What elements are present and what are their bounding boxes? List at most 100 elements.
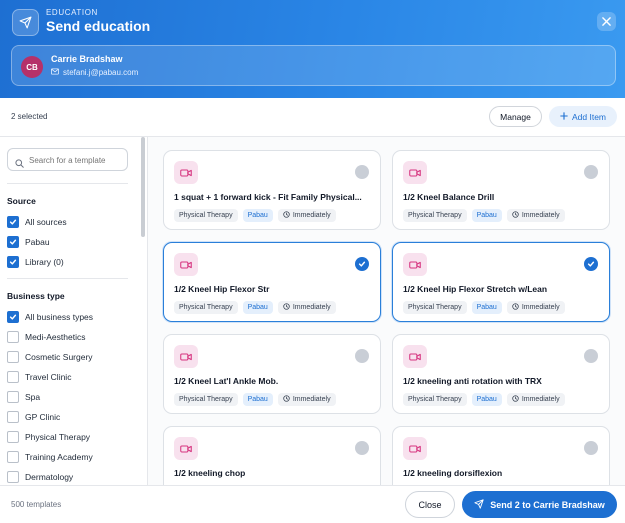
search-input[interactable] <box>29 153 125 167</box>
checkbox[interactable] <box>7 391 19 403</box>
card-title: 1/2 kneeling anti rotation with TRX <box>403 376 542 386</box>
checkbox[interactable] <box>7 431 19 443</box>
modal-footer: 500 templates Close Send 2 to Carrie Bra… <box>0 485 625 523</box>
clock-icon <box>512 303 519 312</box>
card-title: 1/2 kneeling chop <box>174 468 246 478</box>
add-item-button[interactable]: Add Item <box>549 106 617 127</box>
timing-label: Immediately <box>521 396 560 403</box>
mail-icon <box>51 68 60 77</box>
select-radio[interactable] <box>355 165 369 179</box>
card-title: 1/2 Kneel Hip Flexor Stretch w/Lean <box>403 284 548 294</box>
patient-name: Carrie Bradshaw <box>51 54 123 64</box>
checkbox[interactable] <box>7 351 19 363</box>
source-option[interactable]: Pabau <box>7 235 50 249</box>
header-eyebrow: EDUCATION <box>46 8 98 17</box>
checkbox[interactable] <box>7 471 19 483</box>
business-type-option[interactable]: Physical Therapy <box>7 430 90 444</box>
filter-sidebar: Source All sources Pabau Library (0) Busin… <box>0 137 148 485</box>
modal-header: EDUCATION Send education CB Carrie Brads… <box>0 0 625 98</box>
select-radio[interactable] <box>355 257 369 271</box>
card-title: 1/2 kneeling dorsiflexion <box>403 468 503 478</box>
manage-button[interactable]: Manage <box>489 106 542 127</box>
template-card[interactable]: 1/2 Kneel Hip Flexor Str Physical Therapy… <box>163 242 381 322</box>
checkbox[interactable] <box>7 451 19 463</box>
template-card[interactable]: 1/2 Kneel Balance Drill Physical Therapy P… <box>392 150 610 230</box>
template-card[interactable]: 1/2 Kneel Hip Flexor Stretch w/Lean Physi… <box>392 242 610 322</box>
sidebar-scrollbar[interactable] <box>141 137 145 237</box>
checkbox[interactable] <box>7 236 19 248</box>
clock-icon <box>283 395 290 404</box>
source-option[interactable]: All sources <box>7 215 67 229</box>
checkbox[interactable] <box>7 371 19 383</box>
template-card[interactable]: 1/2 Kneel Lat'l Ankle Mob. Physical Thera… <box>163 334 381 414</box>
business-type-option[interactable]: Training Academy <box>7 450 93 464</box>
business-type-option[interactable]: Dermatology <box>7 470 73 484</box>
business-type-option-label: Training Academy <box>25 452 93 462</box>
checkbox[interactable] <box>7 216 19 228</box>
source-option[interactable]: Library (0) <box>7 255 64 269</box>
close-icon[interactable] <box>597 12 616 31</box>
send-icon <box>474 498 484 511</box>
business-type-option-label: Medi-Aesthetics <box>25 332 86 342</box>
timing-label: Immediately <box>292 212 331 219</box>
template-count: 500 templates <box>11 500 62 509</box>
source-tag: Pabau <box>242 301 273 314</box>
template-card[interactable]: 1/2 kneeling chopPhysical TherapyPabauIm… <box>163 426 381 485</box>
video-icon <box>174 437 198 460</box>
timing-tag: Immediately <box>277 301 336 314</box>
checkbox[interactable] <box>7 256 19 268</box>
checkbox[interactable] <box>7 411 19 423</box>
video-icon <box>403 161 427 184</box>
select-radio[interactable] <box>584 441 598 455</box>
timing-tag: Immediately <box>277 209 336 222</box>
select-radio[interactable] <box>584 257 598 271</box>
source-tag: Pabau <box>242 209 273 222</box>
business-type-option[interactable]: GP Clinic <box>7 410 60 424</box>
business-type-option[interactable]: Cosmetic Surgery <box>7 350 93 364</box>
business-type-option-label: Physical Therapy <box>25 432 91 442</box>
video-icon <box>174 253 198 276</box>
send-button[interactable]: Send 2 to Carrie Bradshaw <box>462 491 617 518</box>
business-type-option[interactable]: Travel Clinic <box>7 370 71 384</box>
category-tag: Physical Therapy <box>403 301 467 314</box>
card-tags: Physical Therapy Pabau Immediately <box>403 301 565 314</box>
select-radio[interactable] <box>355 349 369 363</box>
card-title: 1 squat + 1 forward kick - Fit Family Ph… <box>174 192 362 202</box>
template-search[interactable] <box>7 148 128 171</box>
business-type-option[interactable]: All business types <box>7 310 93 324</box>
category-tag: Physical Therapy <box>174 209 238 222</box>
business-type-option[interactable]: Medi-Aesthetics <box>7 330 85 344</box>
business-type-option-label: Spa <box>25 392 41 402</box>
patient-email: stefani.j@pabau.com <box>63 68 139 77</box>
business-type-option-label: Cosmetic Surgery <box>25 352 93 362</box>
select-radio[interactable] <box>355 441 369 455</box>
select-radio[interactable] <box>584 349 598 363</box>
source-option-label: Library (0) <box>25 257 64 267</box>
category-tag: Physical Therapy <box>403 209 467 222</box>
business-type-option-label: Travel Clinic <box>25 372 72 382</box>
source-tag: Pabau <box>471 301 502 314</box>
modal-title: Send education <box>46 18 151 34</box>
checkbox[interactable] <box>7 331 19 343</box>
template-card[interactable]: 1 squat + 1 forward kick - Fit Family Ph… <box>163 150 381 230</box>
close-button[interactable]: Close <box>405 491 455 518</box>
business-type-option-label: GP Clinic <box>25 412 61 422</box>
video-icon <box>174 345 198 368</box>
timing-tag: Immediately <box>506 209 565 222</box>
select-radio[interactable] <box>584 165 598 179</box>
timing-label: Immediately <box>292 304 331 311</box>
patient-card: CB Carrie Bradshaw stefani.j@pabau.com <box>11 45 616 86</box>
search-icon <box>15 155 24 173</box>
business-type-option[interactable]: Spa <box>7 390 40 404</box>
template-card[interactable]: 1/2 kneeling anti rotation with TRX Physi… <box>392 334 610 414</box>
checkbox[interactable] <box>7 311 19 323</box>
patient-email-row: stefani.j@pabau.com <box>51 68 138 77</box>
divider <box>7 183 128 184</box>
card-tags: Physical Therapy Pabau Immediately <box>403 393 565 406</box>
plus-icon <box>560 111 568 122</box>
template-card[interactable]: 1/2 kneeling dorsiflexionPhysical Therap… <box>392 426 610 485</box>
add-item-label: Add Item <box>571 111 607 122</box>
source-tag: Pabau <box>242 393 273 406</box>
video-icon <box>174 161 198 184</box>
category-tag: Physical Therapy <box>174 393 238 406</box>
